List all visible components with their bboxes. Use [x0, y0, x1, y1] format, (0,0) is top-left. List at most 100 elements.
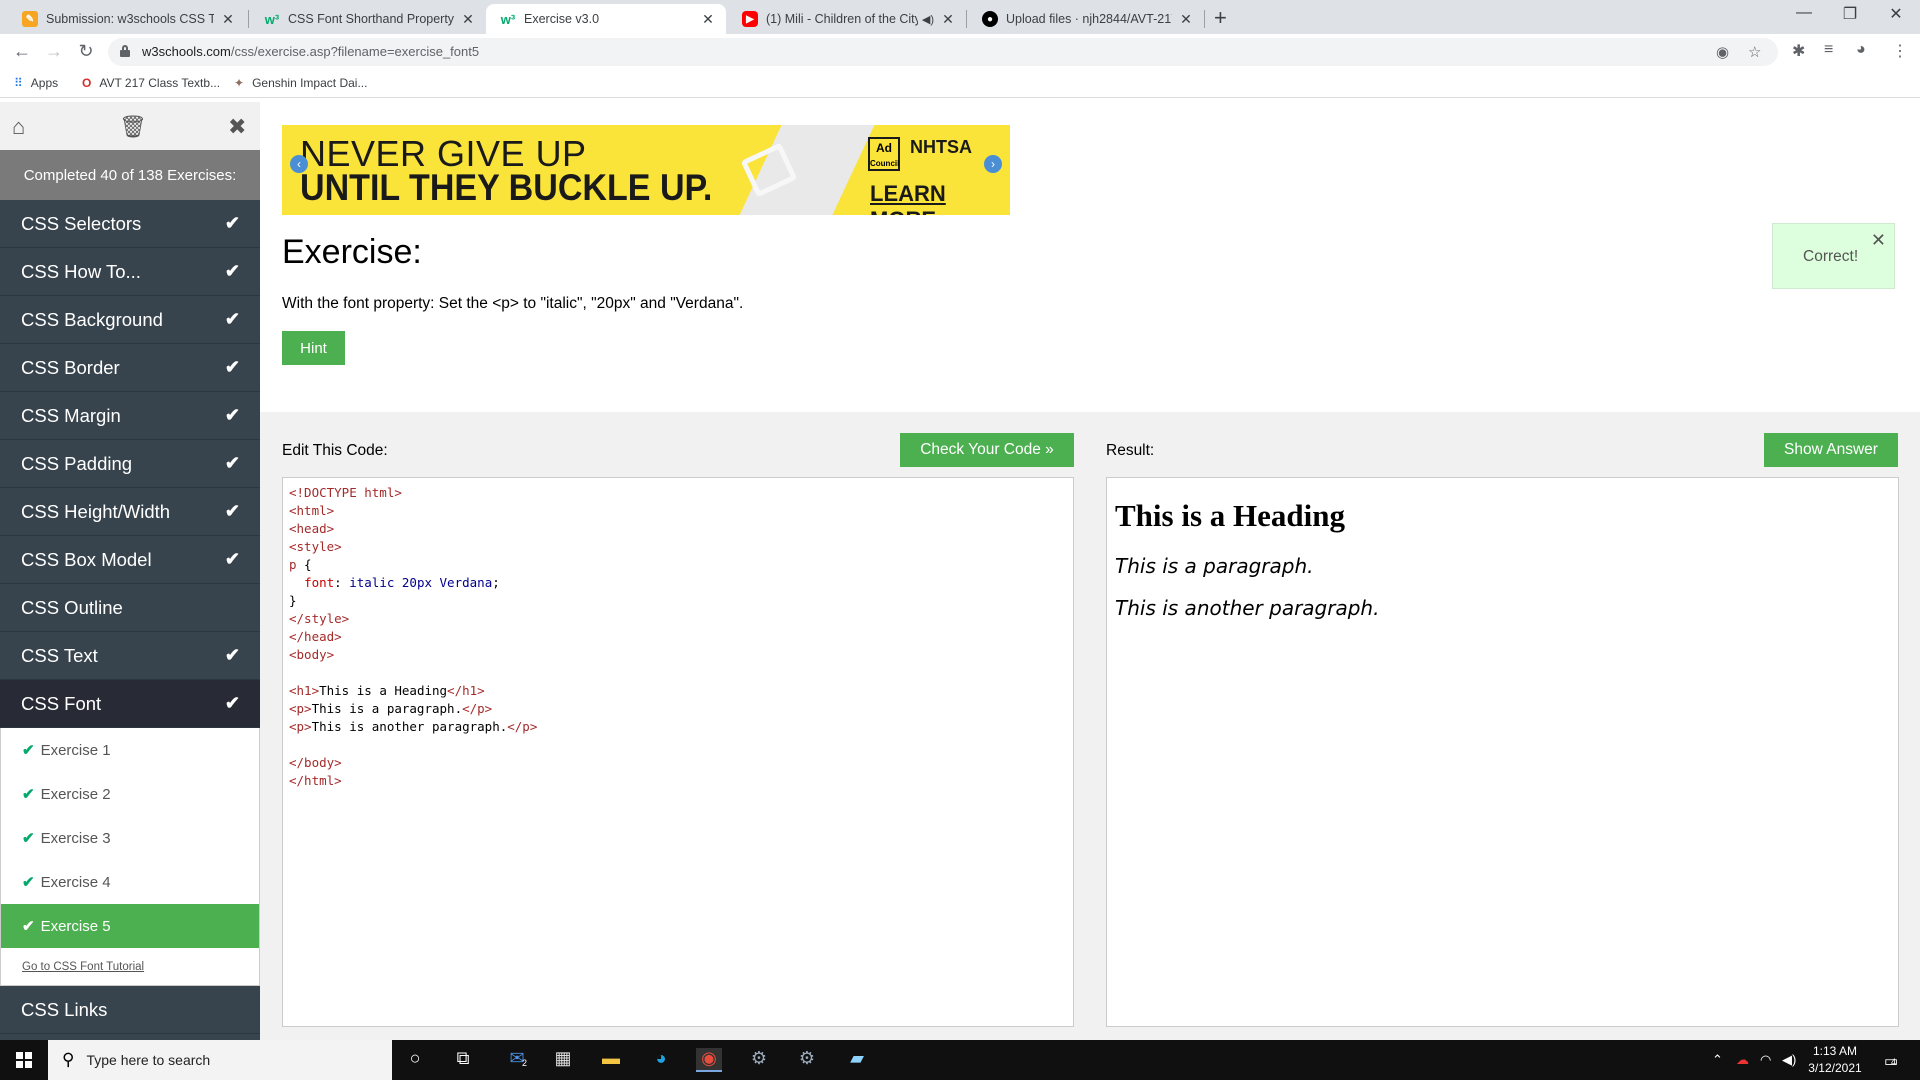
- system-clock[interactable]: 1:13 AM 3/12/2021: [1800, 1043, 1870, 1077]
- cortana-icon[interactable]: ○: [402, 1048, 428, 1072]
- menu-icon[interactable]: ⋮: [1892, 41, 1908, 61]
- chevron-up-icon[interactable]: ⌃: [1712, 1052, 1723, 1068]
- code-line: }: [289, 593, 297, 608]
- check-code-button[interactable]: Check Your Code »: [900, 433, 1074, 467]
- sidebar-item-css-box-model[interactable]: CSS Box Model ✔: [0, 536, 260, 584]
- check-icon: ✔: [224, 501, 240, 521]
- check-icon: ✔: [224, 549, 240, 569]
- close-icon[interactable]: ✕: [220, 11, 236, 28]
- task-view-icon[interactable]: ⧉: [450, 1048, 476, 1072]
- close-icon[interactable]: ✖: [228, 114, 246, 140]
- sidebar-item-css-height-width[interactable]: CSS Height/Width ✔: [0, 488, 260, 536]
- steam-icon[interactable]: ⚙: [794, 1048, 820, 1072]
- youtube-icon: ▶: [742, 11, 758, 27]
- mail-icon[interactable]: ✉ 2: [504, 1048, 530, 1072]
- check-icon: ✔: [224, 453, 240, 473]
- lock-icon: [120, 45, 130, 57]
- code-line: </body>: [289, 755, 342, 770]
- show-answer-button[interactable]: Show Answer: [1764, 433, 1898, 467]
- sidebar-item-css-how-to[interactable]: CSS How To... ✔: [0, 248, 260, 296]
- sidebar-item-css-margin[interactable]: CSS Margin ✔: [0, 392, 260, 440]
- tab-css-font-shorthand[interactable]: w³ CSS Font Shorthand Property ✕: [250, 4, 486, 34]
- media-icon[interactable]: ≡: [1824, 41, 1833, 59]
- check-icon: ✔: [22, 918, 35, 935]
- sub-item-exercise-3[interactable]: ✔ Exercise 3: [0, 816, 260, 860]
- nhtsa-logo: NHTSA: [910, 137, 972, 157]
- window-close-icon[interactable]: ✕: [1876, 4, 1916, 24]
- extensions-icon[interactable]: ✱: [1792, 41, 1805, 61]
- back-icon[interactable]: ←: [10, 41, 34, 62]
- sidebar-toolbar: ⌂ 🗑 ✖: [0, 102, 260, 150]
- sidebar-item-css-padding[interactable]: CSS Padding ✔: [0, 440, 260, 488]
- tab-canvas-submission[interactable]: ✎ Submission: w3schools CSS Tuto ✕: [8, 4, 246, 34]
- chrome-icon[interactable]: ◉: [696, 1048, 722, 1072]
- tab-youtube[interactable]: ▶ (1) Mili - Children of the City ◀) ✕: [728, 4, 966, 34]
- bookmark-genshin[interactable]: ✦ Genshin Impact Dai...: [234, 76, 367, 90]
- ad-banner[interactable]: NEVER GIVE UP UNTIL THEY BUCKLE UP. Ad Co…: [282, 125, 1010, 215]
- sidebar-item-css-border[interactable]: CSS Border ✔: [0, 344, 260, 392]
- wifi-icon[interactable]: ◠: [1760, 1052, 1771, 1068]
- sidebar-item-css-font[interactable]: CSS Font ✔: [0, 680, 260, 728]
- trash-icon[interactable]: 🗑: [119, 114, 147, 140]
- new-tab-icon[interactable]: +: [1214, 5, 1227, 31]
- ad-prev-icon[interactable]: ‹: [290, 155, 308, 173]
- tab-github[interactable]: ● Upload files · njh2844/AVT-217 ✕: [968, 4, 1204, 34]
- bookmark-avt217[interactable]: O AVT 217 Class Textb...: [82, 76, 220, 90]
- eye-off-icon[interactable]: ◉: [1716, 43, 1729, 61]
- store-icon[interactable]: ▦: [550, 1048, 576, 1072]
- ad-next-icon[interactable]: ›: [984, 155, 1002, 173]
- notification-icon[interactable]: ▭ 4: [1884, 1052, 1898, 1070]
- sub-item-exercise-5[interactable]: ✔ Exercise 5: [0, 904, 260, 948]
- star-icon[interactable]: ☆: [1748, 43, 1761, 61]
- restore-icon[interactable]: ❐: [1830, 4, 1870, 24]
- notepad-icon[interactable]: ▰: [844, 1048, 870, 1072]
- sidebar-item-css-links[interactable]: CSS Links: [0, 986, 260, 1034]
- profile-icon[interactable]: ◕: [1856, 41, 1866, 59]
- close-icon[interactable]: ✕: [940, 11, 956, 28]
- windows-start-icon[interactable]: [16, 1052, 32, 1068]
- code-editor[interactable]: <!DOCTYPE html> <html> <head> <style> p { fo…: [282, 477, 1074, 1027]
- minimize-icon[interactable]: —: [1784, 4, 1824, 22]
- sub-item-exercise-4[interactable]: ✔ Exercise 4: [0, 860, 260, 904]
- edge-icon[interactable]: ◕: [648, 1048, 674, 1072]
- bookmark-apps[interactable]: ⠿ Apps: [14, 76, 58, 90]
- tab-exercise[interactable]: w³ Exercise v3.0 ✕: [486, 4, 726, 34]
- forward-icon[interactable]: →: [42, 41, 66, 62]
- tutorial-link[interactable]: Go to CSS Font Tutorial: [0, 948, 260, 986]
- code-line: <body>: [289, 647, 335, 662]
- sub-item-exercise-2[interactable]: ✔ Exercise 2: [0, 772, 260, 816]
- check-icon: ✔: [22, 786, 35, 803]
- sub-item-exercise-1[interactable]: ✔ Exercise 1: [0, 728, 260, 772]
- sidebar-item-css-selectors[interactable]: CSS Selectors ✔: [0, 200, 260, 248]
- page: ⌂ 🗑 ✖ Completed 40 of 138 Exercises: CSS…: [0, 102, 1920, 1040]
- check-icon: ✔: [224, 357, 240, 377]
- code-line: <!DOCTYPE html>: [289, 485, 402, 500]
- apps-grid-icon: ⠿: [14, 76, 23, 90]
- close-icon[interactable]: ✕: [1871, 230, 1886, 251]
- sidebar-item-css-background[interactable]: CSS Background ✔: [0, 296, 260, 344]
- check-icon: ✔: [22, 742, 35, 759]
- code-line: <html>: [289, 503, 335, 518]
- code-line: </head>: [289, 629, 342, 644]
- close-icon[interactable]: ✕: [700, 11, 716, 28]
- volume-icon[interactable]: ◀): [1782, 1052, 1796, 1068]
- code-line: <style>: [289, 539, 342, 554]
- check-icon: ✔: [224, 309, 240, 329]
- tab-strip: ✎ Submission: w3schools CSS Tuto ✕ w³ CS…: [0, 0, 1920, 34]
- address-bar[interactable]: w3schools.com/css/exercise.asp?filename=…: [108, 38, 1778, 66]
- main-content: NEVER GIVE UP UNTIL THEY BUCKLE UP. Ad Co…: [260, 102, 1920, 1040]
- sidebar-item-css-outline[interactable]: CSS Outline: [0, 584, 260, 632]
- close-icon[interactable]: ✕: [460, 11, 476, 28]
- hint-button[interactable]: Hint: [282, 331, 345, 365]
- speaker-icon[interactable]: ◀): [922, 13, 934, 26]
- sidebar-item-css-text[interactable]: CSS Text ✔: [0, 632, 260, 680]
- home-icon[interactable]: ⌂: [12, 114, 25, 140]
- reload-icon[interactable]: ↻: [74, 41, 98, 62]
- steam-icon[interactable]: ⚙: [746, 1048, 772, 1072]
- file-explorer-icon[interactable]: ▬: [598, 1048, 624, 1072]
- exercise-title: Exercise:: [282, 233, 422, 271]
- taskbar-search[interactable]: ⚲ Type here to search: [48, 1040, 392, 1080]
- close-icon[interactable]: ✕: [1178, 11, 1194, 28]
- cloud-error-icon[interactable]: ☁: [1736, 1052, 1749, 1068]
- browser-toolbar: ← → ↻ w3schools.com/css/exercise.asp?fil…: [0, 34, 1920, 70]
